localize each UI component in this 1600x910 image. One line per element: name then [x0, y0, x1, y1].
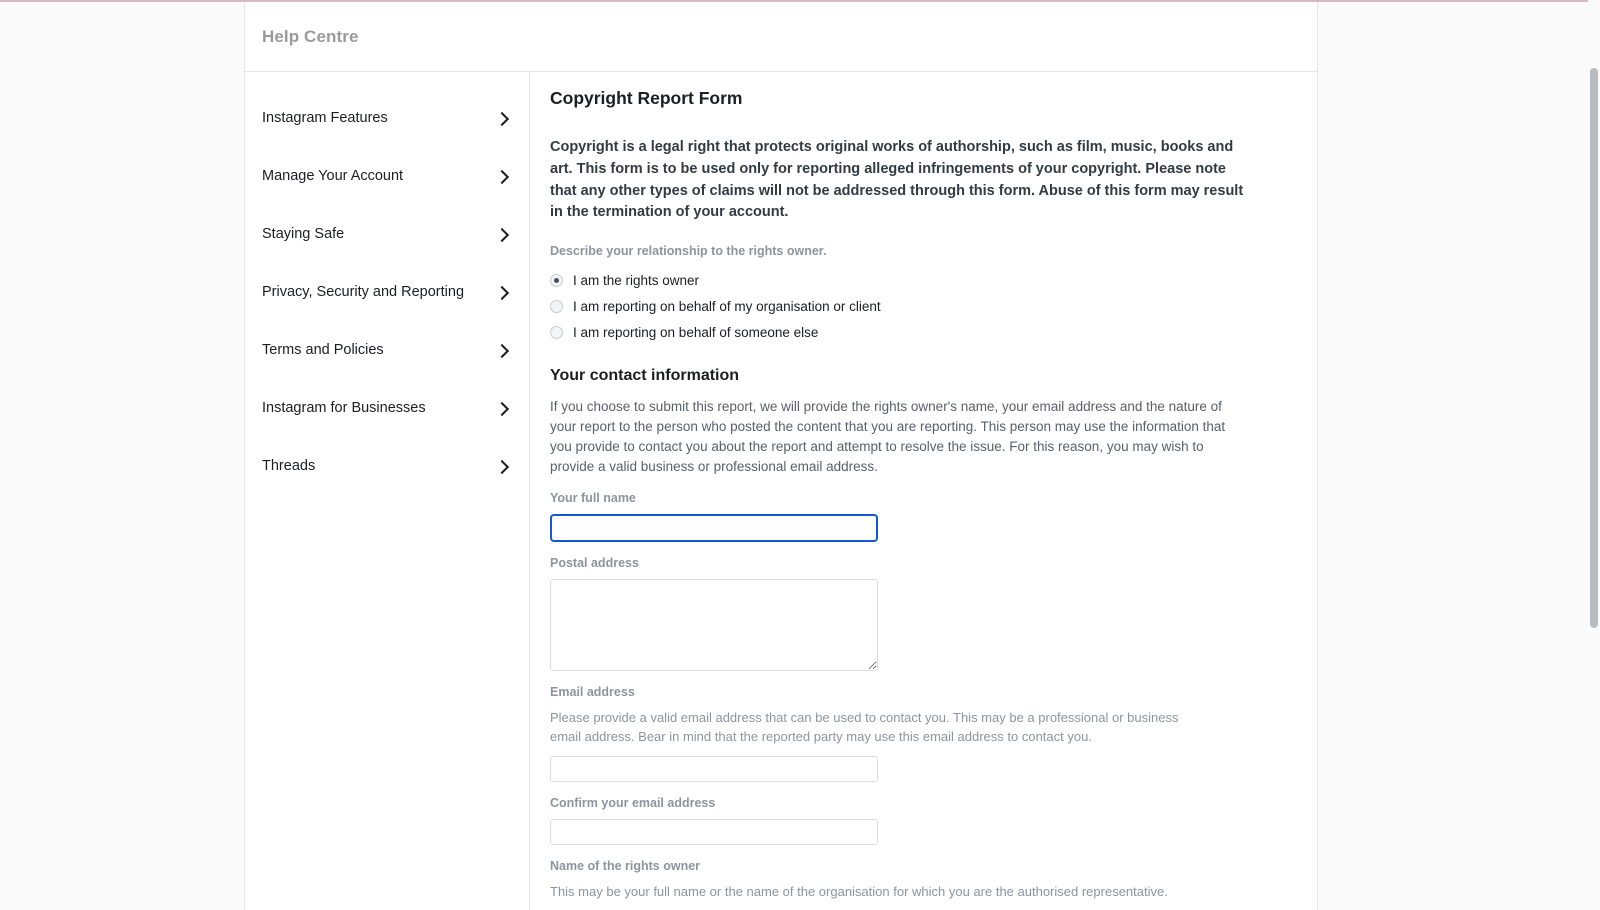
radio-option-someone-else[interactable]: I am reporting on behalf of someone else	[550, 319, 1289, 345]
sidebar-nav: Instagram Features Manage Your Account S…	[245, 72, 530, 910]
postal-address-label: Postal address	[550, 555, 639, 570]
radio-option-rights-owner[interactable]: I am the rights owner	[550, 267, 1289, 293]
confirm-email-input[interactable]	[550, 818, 878, 845]
postal-address-textarea[interactable]	[550, 578, 878, 671]
radio-indicator-selected[interactable]	[550, 273, 563, 287]
form-intro-text: Copyright is a legal right that protects…	[550, 139, 1244, 221]
sidebar-item-manage-your-account[interactable]: Manage Your Account	[245, 148, 529, 206]
sidebar-item-label: Staying Safe	[262, 226, 345, 243]
sidebar-item-staying-safe[interactable]: Staying Safe	[245, 206, 529, 264]
sidebar-item-label: Privacy, Security and Reporting	[262, 284, 465, 301]
rights-owner-name-label: Name of the rights owner	[550, 858, 701, 873]
radio-label: I am reporting on behalf of my organisat…	[573, 298, 881, 314]
radio-option-organisation-or-client[interactable]: I am reporting on behalf of my organisat…	[550, 293, 1289, 319]
card-body: Instagram Features Manage Your Account S…	[245, 72, 1317, 910]
radio-label: I am the rights owner	[573, 272, 700, 288]
page-title: Help Centre	[262, 26, 359, 46]
sidebar-item-instagram-features[interactable]: Instagram Features	[245, 90, 529, 148]
full-name-label: Your full name	[550, 490, 636, 505]
sidebar-item-label: Terms and Policies	[262, 342, 384, 359]
email-address-helper: Please provide a valid email address tha…	[550, 709, 1179, 745]
field-full-name: Your full name	[550, 491, 1289, 542]
card-header: Help Centre	[245, 2, 1317, 72]
sidebar-item-privacy-security-and-reporting[interactable]: Privacy, Security and Reporting	[245, 264, 529, 322]
sidebar-item-label: Threads	[262, 458, 316, 475]
field-email-address: Email address Please provide a valid ema…	[550, 685, 1289, 782]
chevron-right-icon	[494, 111, 510, 127]
page-scrollbar-track[interactable]	[1588, 0, 1600, 910]
sidebar-item-label: Manage Your Account	[262, 168, 404, 185]
relationship-radio-group: I am the rights owner I am reporting on …	[550, 267, 1289, 345]
form-title: Copyright Report Form	[550, 88, 743, 108]
sidebar-item-label: Instagram for Businesses	[262, 400, 426, 417]
form-content: Copyright Report Form Copyright is a leg…	[530, 72, 1317, 910]
sidebar-item-terms-and-policies[interactable]: Terms and Policies	[245, 322, 529, 380]
radio-indicator[interactable]	[550, 299, 563, 313]
relationship-question-label: Describe your relationship to the rights…	[550, 244, 827, 258]
rights-owner-name-helper: This may be your full name or the name o…	[550, 883, 1168, 899]
contact-section-description: If you choose to submit this report, we …	[550, 399, 1226, 474]
chevron-right-icon	[494, 459, 510, 475]
full-name-input[interactable]	[550, 513, 878, 542]
sidebar-item-label: Instagram Features	[262, 110, 388, 127]
field-rights-owner-name: Name of the rights owner This may be you…	[550, 859, 1289, 910]
field-confirm-email: Confirm your email address	[550, 796, 1289, 845]
help-centre-card: Help Centre Instagram Features Manage Yo…	[244, 2, 1318, 910]
email-address-input[interactable]	[550, 755, 878, 782]
contact-section-title: Your contact information	[550, 367, 740, 384]
field-postal-address: Postal address	[550, 556, 1289, 671]
chevron-right-icon	[494, 227, 510, 243]
email-address-label: Email address	[550, 684, 635, 699]
sidebar-item-threads[interactable]: Threads	[245, 438, 529, 496]
page-scrollbar-thumb[interactable]	[1590, 68, 1598, 628]
sidebar-item-instagram-for-businesses[interactable]: Instagram for Businesses	[245, 380, 529, 438]
chevron-right-icon	[494, 343, 510, 359]
radio-label: I am reporting on behalf of someone else	[573, 324, 819, 340]
chevron-right-icon	[494, 401, 510, 417]
radio-indicator[interactable]	[550, 325, 563, 339]
confirm-email-label: Confirm your email address	[550, 795, 716, 810]
chevron-right-icon	[494, 285, 510, 301]
chevron-right-icon	[494, 169, 510, 185]
